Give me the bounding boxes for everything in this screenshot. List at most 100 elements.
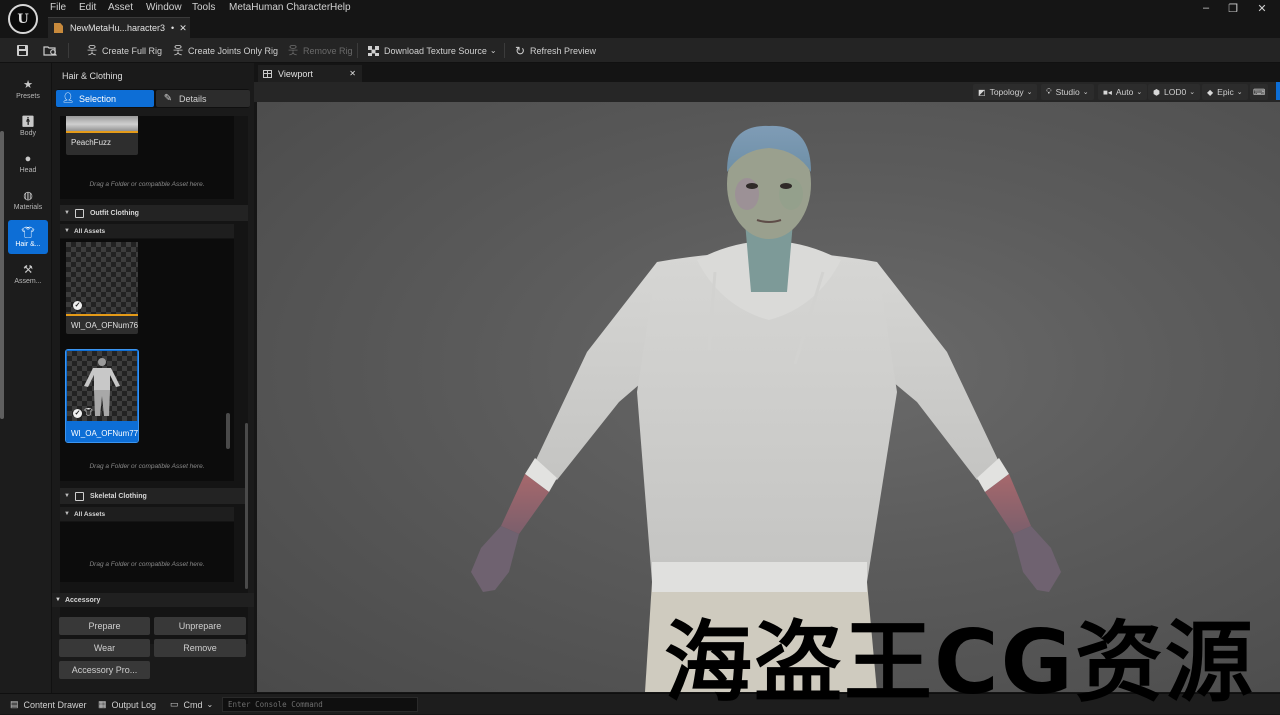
outfit-scrollbar[interactable]: [226, 413, 230, 449]
close-window-button[interactable]: ✕: [1255, 2, 1269, 15]
check-icon: ✓: [73, 301, 82, 310]
output-log-label: Output Log: [111, 699, 157, 710]
hair-clothing-icon: 👕︎: [21, 226, 35, 239]
rail-item-hair-clothing[interactable]: 👕︎ Hair &...: [8, 220, 48, 254]
chevron-down-icon: ⌄: [206, 700, 214, 709]
drag-drop-hint: Drag a Folder or compatible Asset here.: [89, 561, 205, 568]
prepare-button[interactable]: Prepare: [59, 617, 150, 635]
skeletal-clothing-header[interactable]: ▼ Skeletal Clothing: [60, 488, 248, 504]
browse-asset-button[interactable]: [43, 38, 58, 63]
drag-drop-hint: Drag a Folder or compatible Asset here.: [89, 181, 205, 188]
remove-rig-icon: 웃: [287, 44, 299, 57]
maximize-button[interactable]: ❐: [1226, 2, 1240, 15]
output-log-button[interactable]: ▦ Output Log: [98, 694, 156, 715]
category-rail: ★ Presets 🚹︎ Body ● Head ◍ Materials 👕︎ …: [0, 63, 52, 693]
collapse-triangle-icon: ▼: [64, 228, 70, 234]
texture-checker-icon: [368, 45, 379, 56]
remove-button[interactable]: Remove: [154, 639, 246, 657]
console-command-input[interactable]: [223, 698, 417, 711]
accessory-header[interactable]: ▼ Accessory: [52, 593, 254, 607]
cmd-label: Cmd: [183, 699, 203, 710]
menu-edit[interactable]: Edit: [79, 2, 96, 13]
rail-item-label: Head: [19, 166, 37, 174]
menu-tools[interactable]: Tools: [192, 2, 215, 13]
folder-search-icon: [43, 46, 57, 56]
download-texture-source-button[interactable]: Download Texture Source ⌄: [367, 38, 497, 63]
close-viewport-icon[interactable]: ✕: [349, 69, 356, 78]
refresh-preview-button[interactable]: ↻ Refresh Preview: [514, 38, 596, 63]
unreal-logo-icon[interactable]: U: [8, 4, 38, 34]
remove-rig-button[interactable]: 웃 Remove Rig: [287, 38, 353, 63]
asset-tile-label: PeachFuzz: [71, 138, 112, 147]
menu-help[interactable]: Help: [330, 2, 351, 13]
chevron-down-icon: ⌄: [489, 46, 497, 55]
minimize-button[interactable]: –: [1199, 2, 1213, 14]
rail-item-assembly[interactable]: ⚒ Assem...: [8, 257, 48, 291]
topology-dropdown[interactable]: ◩ Topology ⌄: [973, 84, 1038, 100]
outfit-icon: 👕︎: [84, 409, 93, 416]
quality-dropdown[interactable]: ◆ Epic ⌄: [1202, 84, 1248, 100]
rail-item-materials[interactable]: ◍ Materials: [8, 183, 48, 217]
rail-item-label: Hair &...: [15, 240, 41, 248]
create-joints-only-rig-label: Create Joints Only Rig: [188, 45, 279, 56]
document-tab[interactable]: NewMetaHu...haracter3 • ✕: [48, 17, 190, 38]
accessory-properties-button[interactable]: Accessory Pro...: [59, 661, 150, 679]
create-joints-only-rig-button[interactable]: 웃 Create Joints Only Rig: [172, 38, 278, 63]
unprepare-button[interactable]: Unprepare: [154, 617, 246, 635]
save-button[interactable]: [16, 38, 29, 63]
selection-tab[interactable]: 👤︎ Selection: [56, 90, 154, 107]
refresh-icon: ↻: [514, 43, 526, 58]
asset-tile-ofnum76[interactable]: ✓ WI_OA_OFNum76: [66, 242, 138, 334]
panel-scrollbar[interactable]: [245, 423, 248, 589]
camera-mode-dropdown[interactable]: ■◂ Auto ⌄: [1098, 84, 1148, 100]
toolbar-divider: [68, 43, 69, 58]
unsaved-indicator: •: [171, 23, 175, 33]
output-log-icon: ▦: [98, 699, 107, 709]
asset-tile-underline: [66, 131, 138, 133]
asset-scroll-area[interactable]: PeachFuzz Drag a Folder or compatible As…: [60, 116, 248, 644]
side-panel-toggle[interactable]: [1276, 82, 1280, 100]
viewport-tab-bar: Viewport ✕: [254, 63, 1280, 82]
close-tab-icon[interactable]: ✕: [179, 23, 187, 34]
diamond-icon: ◆: [1207, 87, 1214, 97]
lighting-dropdown[interactable]: 💡︎ Studio ⌄: [1041, 84, 1094, 100]
toolbar: 웃 Create Full Rig 웃 Create Joints Only R…: [0, 38, 1280, 63]
materials-icon: ◍: [23, 189, 33, 202]
light-bulb-icon: 💡︎: [1046, 87, 1052, 96]
menu-asset[interactable]: Asset: [108, 2, 133, 13]
content-drawer-button[interactable]: ▤ Content Drawer: [10, 694, 87, 715]
check-icon: ✓: [73, 409, 82, 418]
rail-item-head[interactable]: ● Head: [8, 146, 48, 180]
star-icon: ★: [23, 78, 33, 91]
all-assets-header[interactable]: ▼ All Assets: [60, 507, 234, 521]
create-full-rig-button[interactable]: 웃 Create Full Rig: [86, 38, 162, 63]
asset-tile-ofnum77[interactable]: ✓ 👕︎ WI_OA_OFNum77: [65, 349, 139, 443]
save-icon: [17, 45, 28, 56]
chevron-down-icon: ⌄: [1189, 89, 1196, 96]
subsection-title: All Assets: [73, 227, 106, 235]
peachfuzz-thumbnail: [66, 116, 138, 132]
3d-viewport[interactable]: [257, 102, 1280, 692]
menu-file[interactable]: File: [50, 2, 66, 13]
rail-item-presets[interactable]: ★ Presets: [8, 72, 48, 106]
head-icon: ●: [24, 152, 32, 165]
menu-metahuman-character[interactable]: MetaHuman Character: [229, 2, 330, 13]
section-title: Skeletal Clothing: [89, 492, 147, 500]
quality-label: Epic: [1217, 87, 1234, 97]
asset-tile-underline: [66, 314, 138, 316]
asset-tile-label: WI_OA_OFNum77: [71, 429, 139, 438]
cmd-dropdown[interactable]: ▭ Cmd ⌄: [170, 694, 213, 715]
rail-item-body[interactable]: 🚹︎ Body: [8, 109, 48, 143]
chevron-down-icon: ⌄: [1236, 89, 1243, 96]
menu-window[interactable]: Window: [146, 2, 182, 13]
camera-mode-label: Auto: [1115, 87, 1134, 97]
asset-tile-peachfuzz[interactable]: PeachFuzz: [66, 116, 138, 155]
rail-scrollbar[interactable]: [0, 131, 4, 419]
wear-button[interactable]: Wear: [59, 639, 150, 657]
viewport-options-button[interactable]: ⌨: [1250, 84, 1269, 100]
all-assets-header[interactable]: ▼ All Assets: [60, 224, 234, 238]
lod-dropdown[interactable]: ⬢ LOD0 ⌄: [1148, 84, 1201, 100]
outfit-clothing-header[interactable]: ▼ Outfit Clothing: [60, 205, 248, 221]
details-tab[interactable]: ✎ Details: [156, 90, 250, 107]
viewport-tab[interactable]: Viewport ✕: [258, 65, 362, 82]
